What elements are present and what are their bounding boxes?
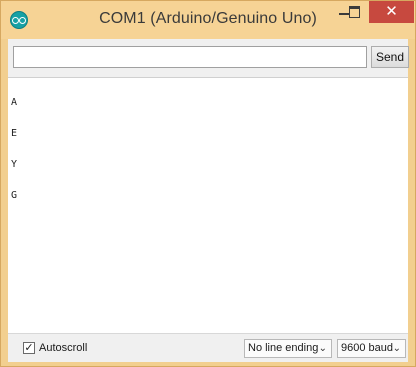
output-line: G: [11, 190, 18, 201]
input-row: Send: [8, 39, 409, 77]
output-line: A: [11, 97, 18, 108]
maximize-icon: [348, 6, 360, 18]
autoscroll-label[interactable]: Autoscroll: [39, 342, 87, 354]
serial-monitor-body: Send A E Y G ✓ Autoscroll No line ending…: [8, 39, 409, 362]
close-icon: ✕: [385, 2, 398, 20]
serial-monitor-window: COM1 (Arduino/Genuino Uno) ✕ Send A E Y …: [0, 0, 416, 367]
status-bar: ✓ Autoscroll No line ending ⌄ 9600 baud …: [8, 333, 408, 362]
serial-input[interactable]: [13, 46, 367, 68]
maximize-button[interactable]: [341, 1, 367, 23]
output-line: Y: [11, 159, 18, 170]
chevron-down-icon: ⌄: [318, 343, 327, 354]
close-button[interactable]: ✕: [369, 1, 414, 23]
send-button[interactable]: Send: [371, 46, 409, 68]
chevron-down-icon: ⌄: [392, 343, 401, 354]
autoscroll-checkbox[interactable]: ✓: [23, 342, 35, 354]
output-line: E: [11, 128, 18, 139]
line-ending-select[interactable]: No line ending ⌄: [244, 339, 332, 358]
line-ending-value: No line ending: [248, 342, 319, 354]
baud-rate-select[interactable]: 9600 baud ⌄: [337, 339, 406, 358]
serial-output[interactable]: A E Y G: [8, 77, 408, 333]
baud-rate-value: 9600 baud: [341, 342, 393, 354]
title-bar[interactable]: COM1 (Arduino/Genuino Uno) ✕: [1, 1, 415, 39]
